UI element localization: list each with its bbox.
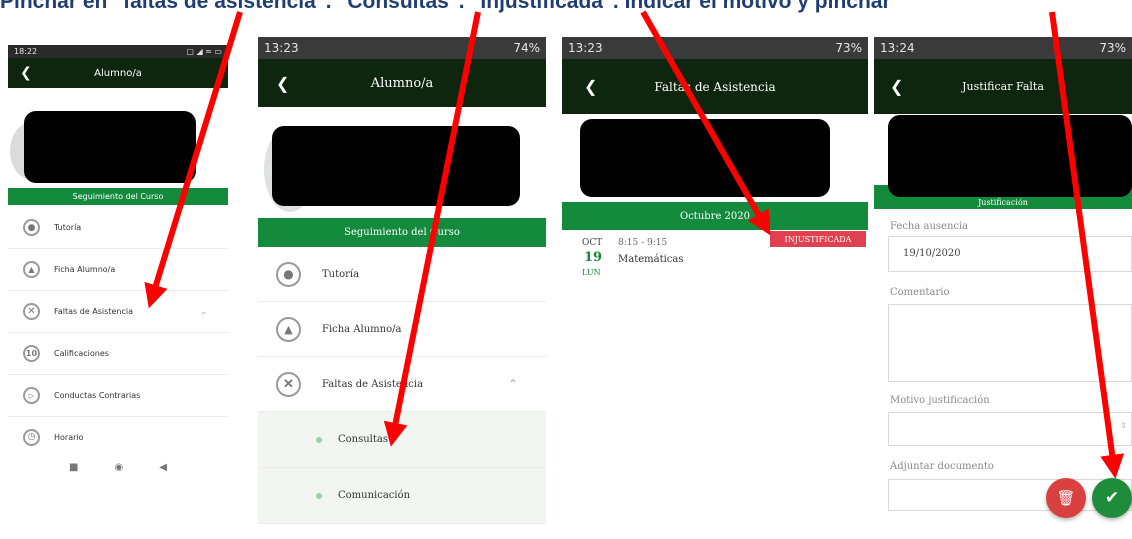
status-time: 18:22 [14, 47, 38, 56]
status-bar: 18:22 ▢ ◢ ≈ ▭ [8, 45, 228, 58]
redacted-block [272, 126, 520, 206]
screen-faltas-asistencia: 13:23 73% ❮ Faltas de Asistencia Octubre… [562, 37, 868, 539]
chevron-up-icon[interactable]: ⌃ [508, 377, 518, 391]
menu-item-label: Horario [54, 432, 84, 442]
screen-alumno-expanded: 13:23 74% ❮ Alumno/a Seguimiento del Cur… [258, 37, 546, 539]
month-header: Octubre 2020 [562, 202, 868, 230]
app-bar: ❮ Faltas de Asistencia [562, 59, 868, 114]
app-bar: ❮ Alumno/a [8, 58, 228, 88]
delete-button[interactable]: 🗑 [1046, 478, 1086, 518]
submenu-item-label: Comunicación [338, 490, 411, 501]
person-icon: ● [276, 261, 301, 287]
menu-item-label: Faltas de Asistencia [54, 307, 133, 316]
cross-icon: ✕ [23, 303, 40, 320]
page-title: Alumno/a [370, 75, 434, 91]
submenu-item-label: Consultas [338, 434, 388, 445]
motivo-select[interactable]: ⇕ [888, 412, 1132, 446]
back-nav-icon[interactable]: ◀ [159, 462, 167, 473]
graduation-cap-icon: ▲ [23, 261, 40, 278]
warning-icon: ▷ [23, 387, 40, 404]
app-bar: ❮ Alumno/a [258, 59, 546, 107]
menu-item-faltas-asistencia[interactable]: ✕ Faltas de Asistencia ⌄ [8, 291, 228, 333]
back-arrow-icon[interactable]: ❮ [890, 77, 903, 96]
clock-icon: ◷ [23, 428, 40, 446]
status-battery: 73% [1099, 41, 1126, 55]
comentario-label: Comentario [890, 287, 950, 298]
status-time: 13:23 [264, 41, 299, 55]
home-icon[interactable]: ◉ [115, 462, 124, 473]
status-battery: 73% [835, 41, 862, 55]
status-bar: 13:23 74% [258, 37, 546, 59]
chevron-down-icon[interactable]: ⌄ [200, 307, 208, 317]
absence-entry[interactable]: OCT 19 LUN 8:15 - 9:15 Matemáticas INJUS… [562, 231, 868, 289]
fecha-ausencia-field[interactable]: 19/10/2020 [888, 236, 1132, 272]
page-title: Faltas de Asistencia [654, 79, 776, 94]
status-time: 13:23 [568, 41, 603, 55]
status-battery: 74% [513, 41, 540, 55]
date-day: 19 [584, 250, 603, 265]
number-ten-icon: 10 [23, 345, 40, 362]
nav-bar: ■ ◉ ◀ [8, 457, 228, 477]
bullet-dot-icon [316, 436, 322, 443]
fecha-label: Fecha ausencia [890, 221, 969, 232]
cross-icon: ✕ [276, 371, 301, 397]
person-icon: ● [23, 219, 40, 236]
menu-item-label: Faltas de Asistencia [322, 378, 424, 390]
motivo-label: Motivo justificación [890, 395, 990, 406]
screen-justificar-falta: 13:24 73% ❮ Justificar Falta Justificaci… [874, 37, 1132, 539]
menu-item-conductas[interactable]: ▷ Conductas Contrarias [8, 375, 228, 417]
section-header-label: Justificación [978, 198, 1028, 207]
comentario-textarea[interactable] [888, 304, 1132, 382]
select-arrows-icon: ⇕ [1120, 421, 1127, 430]
app-bar: ❮ Justificar Falta [874, 59, 1132, 114]
entry-subject: Matemáticas [618, 254, 684, 265]
status-badge[interactable]: INJUSTIFICADA [770, 231, 866, 247]
date-weekday: LUN [582, 268, 601, 277]
menu-item-ficha-alumno[interactable]: ▲ Ficha Alumno/a [258, 302, 546, 357]
menu-item-faltas-asistencia[interactable]: ✕ Faltas de Asistencia ⌃ [258, 357, 546, 412]
menu-item-label: Conductas Contrarias [54, 391, 141, 400]
menu-item-tutoria[interactable]: ● Tutoría [8, 207, 228, 249]
menu-item-label: Tutoría [322, 268, 360, 280]
menu-item-tutoria[interactable]: ● Tutoría [258, 247, 546, 302]
page-title: Alumno/a [94, 67, 142, 79]
menu-item-label: Tutoría [54, 223, 82, 232]
menu-item-horario[interactable]: ◷ Horario [8, 417, 228, 457]
status-time: 13:24 [880, 41, 915, 55]
date-month: OCT [582, 238, 603, 248]
graduation-cap-icon: ▲ [276, 316, 301, 342]
redacted-block [24, 111, 196, 183]
trash-icon: 🗑 [1056, 489, 1076, 507]
recents-icon[interactable]: ■ [69, 462, 78, 473]
back-arrow-icon[interactable]: ❮ [276, 74, 289, 93]
menu-item-label: Ficha Alumno/a [54, 265, 116, 274]
screen-alumno-menu: 18:22 ▢ ◢ ≈ ▭ ❮ Alumno/a Seguimiento del… [8, 45, 228, 485]
menu-item-label: Ficha Alumno/a [322, 323, 402, 335]
instruction-caption: Pinchar en "faltas de asistencia". "Cons… [0, 0, 891, 13]
menu-item-calificaciones[interactable]: 10 Calificaciones [8, 333, 228, 375]
menu-item-ficha-alumno[interactable]: ▲ Ficha Alumno/a [8, 249, 228, 291]
status-bar: 13:23 73% [562, 37, 868, 59]
back-arrow-icon[interactable]: ❮ [20, 65, 32, 81]
confirm-button[interactable]: ✔ [1092, 478, 1132, 518]
redacted-block [888, 115, 1132, 197]
submenu-item-consultas[interactable]: Consultas [258, 412, 546, 468]
entry-time: 8:15 - 9:15 [618, 238, 668, 248]
checkmark-icon: ✔ [1104, 488, 1120, 508]
redacted-block [580, 119, 830, 197]
fecha-value: 19/10/2020 [903, 248, 961, 259]
back-arrow-icon[interactable]: ❮ [584, 77, 597, 96]
section-header: Seguimiento del Curso [258, 218, 546, 247]
bullet-dot-icon [316, 492, 322, 499]
submenu-item-comunicacion[interactable]: Comunicación [258, 468, 546, 524]
section-header: Seguimiento del Curso [8, 188, 228, 205]
status-bar: 13:24 73% [874, 37, 1132, 59]
adjuntar-label: Adjuntar documento [890, 461, 994, 472]
menu-item-label: Calificaciones [54, 349, 109, 358]
status-icons: ▢ ◢ ≈ ▭ [186, 47, 222, 56]
page-title: Justificar Falta [962, 80, 1044, 93]
